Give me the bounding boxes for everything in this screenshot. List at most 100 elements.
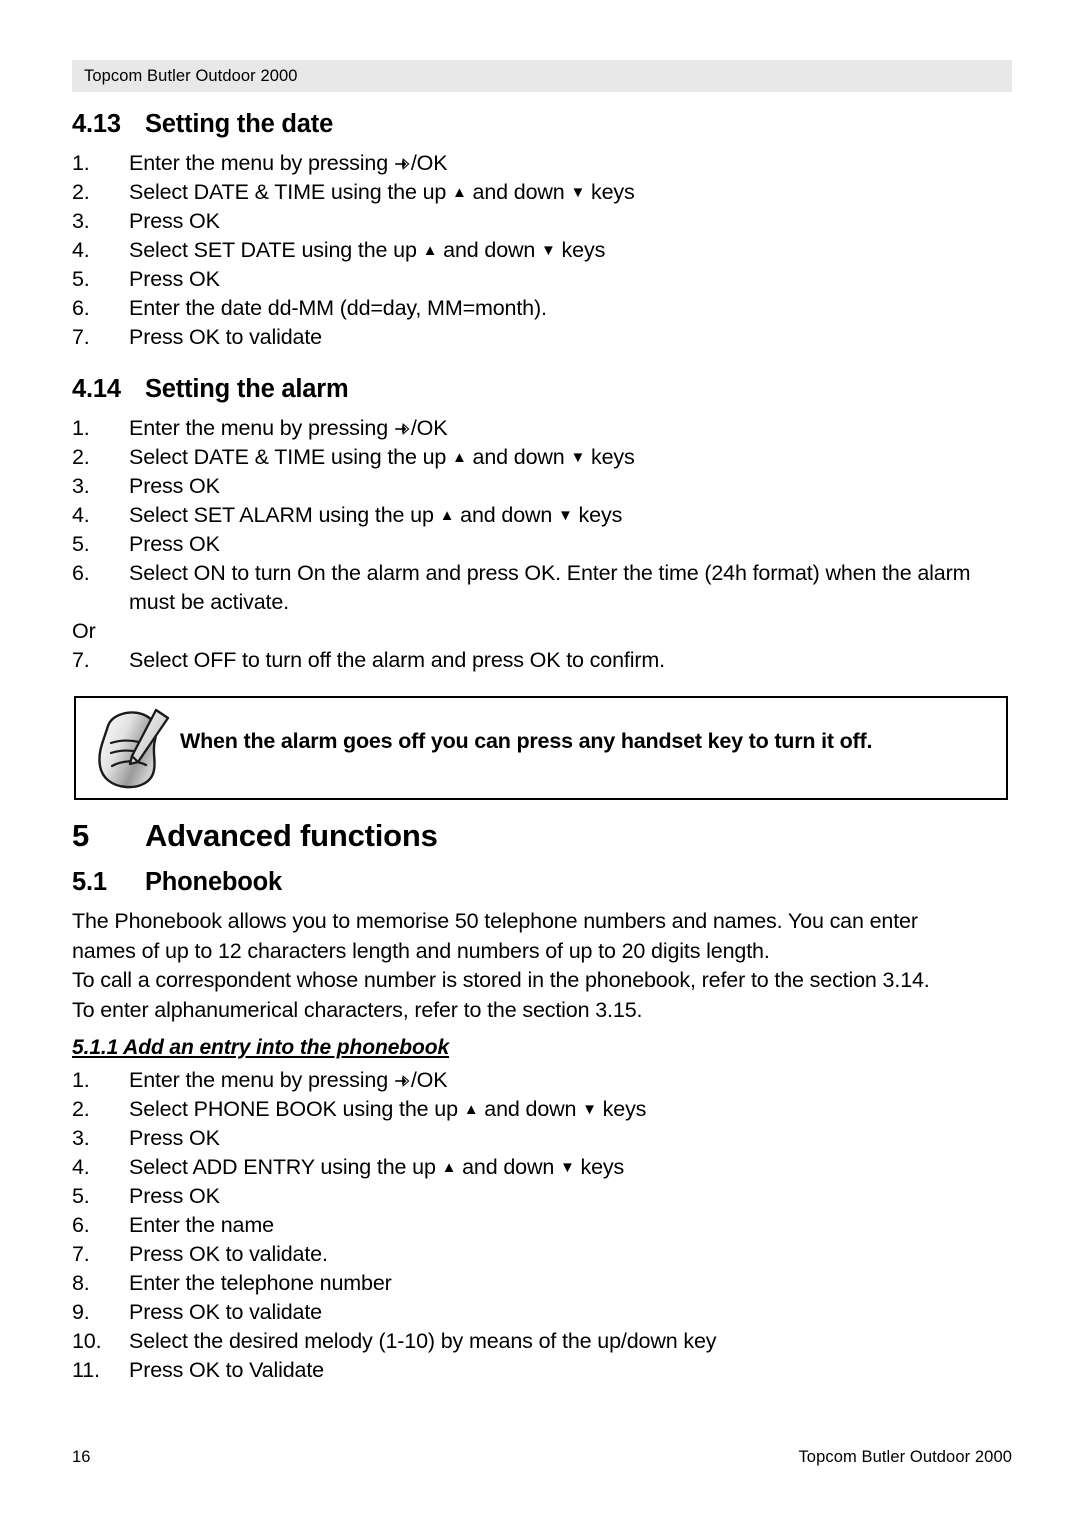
section-number: 5.1	[72, 868, 107, 896]
list-item: 4. Select SET DATE using the up ▲ and dow…	[72, 236, 1012, 265]
list-item: 11. Press OK to Validate	[72, 1356, 1012, 1385]
footer-page-number: 16	[72, 1448, 91, 1466]
down-arrow-icon: ▼	[541, 242, 556, 259]
list-item-number: 10.	[72, 1329, 102, 1353]
section-heading-4-14: 4.14 Setting the alarm	[72, 375, 1012, 404]
list-item: 1. Enter the menu by pressing /OK	[72, 1066, 1012, 1095]
list-item-text: Select SET DATE using the up ▲ and down …	[129, 238, 606, 262]
list-item-text: Select DATE & TIME using the up ▲ and do…	[129, 445, 635, 469]
or-label: Or	[72, 619, 96, 643]
note-callout-box: When the alarm goes off you can press an…	[74, 696, 1008, 800]
subsection-heading-5-1-1: 5.1.1 Add an entry into the phonebook	[72, 1036, 450, 1059]
up-arrow-icon: ▲	[452, 184, 467, 201]
list-item-number: 4.	[72, 238, 90, 262]
list-item-text: Enter the menu by pressing /OK	[129, 416, 448, 440]
list-item-text: Press OK to validate	[129, 325, 322, 349]
section-heading-4-13: 4.13 Setting the date	[72, 110, 1012, 139]
list-item-text: Press OK to validate.	[129, 1242, 328, 1266]
list-item-text: Select ON to turn On the alarm and press…	[129, 561, 971, 614]
paragraph-line: To call a correspondent whose number is …	[72, 968, 930, 992]
list-item-number: 1.	[72, 151, 90, 175]
list-item-number: 1.	[72, 416, 90, 440]
up-arrow-icon: ▲	[422, 242, 438, 259]
paragraph-line: names of up to 12 characters length and …	[72, 938, 770, 963]
list-item-number: 2.	[72, 1097, 90, 1121]
list-item: 1. Enter the menu by pressing /OK	[72, 149, 1012, 178]
section-setting-the-alarm: 4.14 Setting the alarm 1. Enter the menu …	[72, 375, 1012, 675]
up-arrow-icon: ▲	[452, 449, 467, 466]
list-item: 2. Select DATE & TIME using the up ▲ and …	[72, 178, 1012, 207]
list-item: 4. Select ADD ENTRY using the up ▲ and do…	[72, 1153, 1012, 1182]
list-item-text: Enter the name	[129, 1213, 274, 1237]
list-item-number: 7.	[72, 648, 90, 672]
up-arrow-icon: ▲	[463, 1101, 479, 1118]
up-arrow-icon: ▲	[441, 1159, 457, 1176]
list-item-number: 2.	[72, 445, 90, 469]
list-item-number: 6.	[72, 296, 90, 320]
list-item: 2. Select DATE & TIME using the up ▲ and …	[72, 443, 1012, 472]
list-item-text: Press OK	[129, 532, 220, 556]
section-number: 4.13	[72, 110, 121, 138]
list-item-text: Press OK	[129, 474, 220, 498]
list-item-text: Enter the date dd-MM (dd=day, MM=month).	[129, 296, 547, 320]
phonebook-paragraph: The Phonebook allows you to memorise 50 …	[72, 907, 1012, 1025]
list-item: 3. Press OK	[72, 207, 1012, 236]
list-item: 8. Enter the telephone number	[72, 1269, 1012, 1298]
list-item-text: Select PHONE BOOK using the up ▲ and dow…	[129, 1097, 647, 1121]
list-item-text: Enter the menu by pressing /OK	[129, 151, 448, 175]
down-arrow-icon: ▼	[570, 184, 586, 201]
steps-list-setting-alarm: 1. Enter the menu by pressing /OK 2. Select…	[72, 414, 1012, 617]
section-heading-5-1: 5.1 Phonebook	[72, 868, 1012, 897]
list-item-text: Enter the menu by pressing /OK	[129, 1068, 448, 1092]
list-item-text: Select OFF to turn off the alarm and pre…	[129, 648, 665, 672]
list-item-text: Select SET ALARM using the up ▲ and down…	[129, 503, 623, 527]
list-item-number: 4.	[72, 1155, 90, 1179]
running-header: Topcom Butler Outdoor 2000	[72, 60, 1012, 92]
list-item-number: 6.	[72, 1213, 90, 1237]
down-arrow-icon: ▼	[560, 1159, 575, 1176]
list-item-number: 3.	[72, 474, 90, 498]
list-item-number: 8.	[72, 1271, 90, 1295]
list-item-number: 1.	[72, 1068, 90, 1092]
list-item-number: 2.	[72, 180, 90, 204]
list-item-number: 5.	[72, 1184, 90, 1208]
list-item: 10. Select the desired melody (1-10) by m…	[72, 1327, 1012, 1356]
list-item-number: 7.	[72, 325, 90, 349]
list-item: 7. Select OFF to turn off the alarm and p…	[72, 646, 1012, 675]
list-item: 5. Press OK	[72, 530, 1012, 559]
list-item: 3. Press OK	[72, 472, 1012, 501]
paragraph-line: To enter alphanumerical characters, refe…	[72, 997, 643, 1022]
note-pencil-icon	[82, 704, 178, 796]
list-item: 1. Enter the menu by pressing /OK	[72, 414, 1012, 443]
list-item: 4. Select SET ALARM using the up ▲ and do…	[72, 501, 1012, 530]
section-title: Setting the alarm	[145, 375, 349, 403]
list-item-text: Select the desired melody (1-10) by mean…	[129, 1329, 717, 1353]
list-item-text: Enter the telephone number	[129, 1271, 392, 1295]
list-item-text: Select DATE & TIME using the up ▲ and do…	[129, 180, 635, 204]
section-number: 5	[72, 818, 90, 853]
list-item-text: Press OK	[129, 267, 220, 291]
list-item-text: Select ADD ENTRY using the up ▲ and down…	[129, 1155, 625, 1179]
steps-list-add-entry: 1. Enter the menu by pressing /OK 2. Select…	[72, 1066, 1012, 1385]
list-item-number: 5.	[72, 267, 90, 291]
section-phonebook: 5.1 Phonebook The Phonebook allows you t…	[72, 868, 1012, 1025]
list-item-number: 3.	[72, 1126, 90, 1150]
list-item-number: 6.	[72, 561, 90, 585]
list-item-text: Press OK	[129, 1126, 220, 1150]
down-arrow-icon: ▼	[558, 507, 573, 524]
manual-page: Topcom Butler Outdoor 2000 4.13 Setting …	[0, 0, 1080, 1528]
list-item-number: 3.	[72, 209, 90, 233]
menu-ok-key-icon	[394, 1074, 411, 1088]
section-number: 4.14	[72, 375, 121, 403]
list-item: 5. Press OK	[72, 1182, 1012, 1211]
list-item-number: 4.	[72, 503, 90, 527]
footer-product-name: Topcom Butler Outdoor 2000	[798, 1448, 1012, 1466]
list-item: 6. Select ON to turn On the alarm and pre…	[72, 559, 1012, 617]
list-item-text: Press OK to validate	[129, 1300, 322, 1324]
list-item: 7. Press OK to validate	[72, 323, 1012, 352]
section-title: Setting the date	[145, 110, 334, 138]
list-item: 6. Enter the date dd-MM (dd=day, MM=month…	[72, 294, 1012, 323]
up-arrow-icon: ▲	[439, 507, 455, 524]
steps-list-setting-date: 1. Enter the menu by pressing /OK 2. Select…	[72, 149, 1012, 352]
list-item: 9. Press OK to validate	[72, 1298, 1012, 1327]
